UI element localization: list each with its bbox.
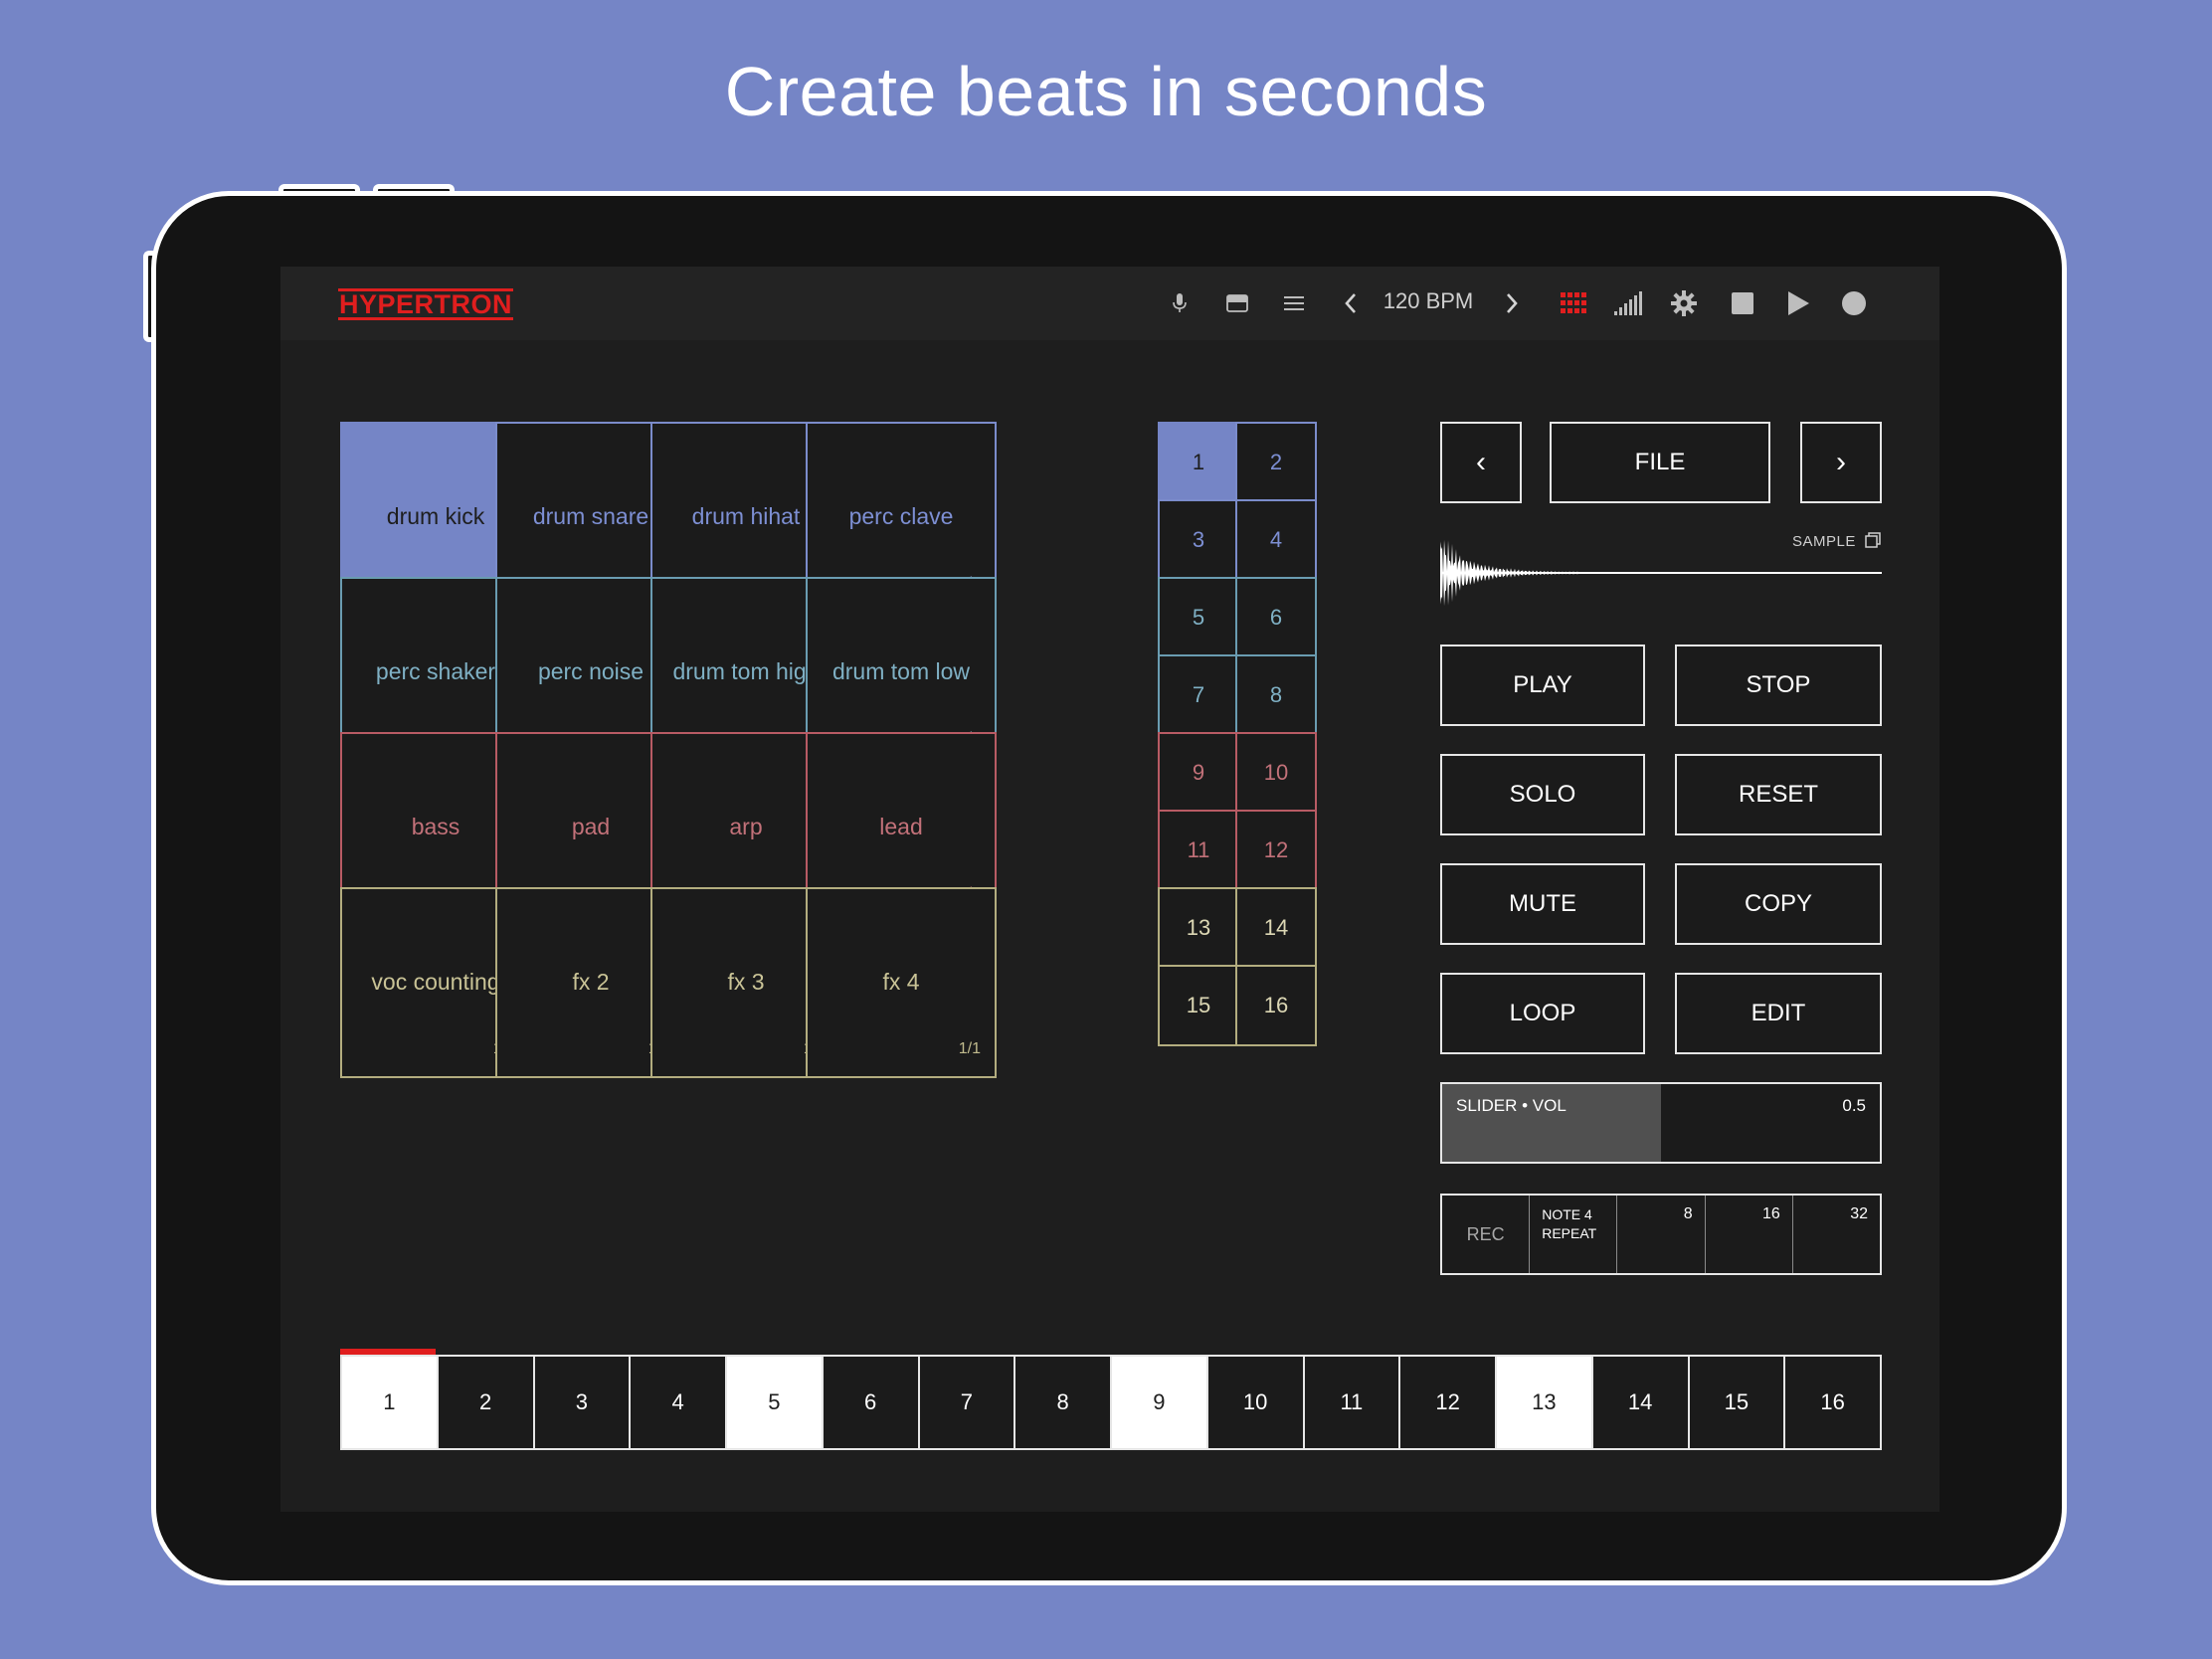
- chevron-right-icon[interactable]: [1494, 285, 1530, 321]
- pattern-button-8[interactable]: 8: [1235, 654, 1317, 736]
- pattern-button-6[interactable]: 6: [1235, 577, 1317, 658]
- rec-label: REC: [1466, 1223, 1505, 1244]
- repeat-option-32[interactable]: 32: [1793, 1196, 1880, 1273]
- solo-button[interactable]: SOLO: [1440, 754, 1645, 835]
- loop-button[interactable]: LOOP: [1440, 973, 1645, 1054]
- sample-waveform[interactable]: [1440, 533, 1882, 613]
- pad-label: drum tom low: [831, 658, 971, 684]
- repeat-option-16[interactable]: 16: [1706, 1196, 1793, 1273]
- play-button[interactable]: PLAY: [1440, 645, 1645, 726]
- step-7[interactable]: 7: [919, 1357, 1016, 1448]
- step-16[interactable]: 16: [1785, 1357, 1880, 1448]
- pattern-button-2[interactable]: 2: [1235, 422, 1317, 503]
- stop-icon[interactable]: [1725, 285, 1760, 321]
- pattern-button-1[interactable]: 1: [1158, 422, 1239, 503]
- repeat-option-8[interactable]: 8: [1617, 1196, 1706, 1273]
- pad-label: perc clave: [848, 503, 954, 529]
- step-12[interactable]: 12: [1400, 1357, 1497, 1448]
- pattern-button-16[interactable]: 16: [1235, 965, 1317, 1046]
- note-label: NOTE 4: [1542, 1206, 1592, 1222]
- pattern-button-9[interactable]: 9: [1158, 732, 1239, 814]
- step-1[interactable]: 1: [342, 1357, 439, 1448]
- pattern-button-13[interactable]: 13: [1158, 887, 1239, 969]
- step-5[interactable]: 5: [727, 1357, 824, 1448]
- next-sample-button[interactable]: ›: [1800, 422, 1882, 503]
- pad-fraction: 1/1: [958, 1040, 981, 1057]
- slider-value: 0.5: [1842, 1096, 1866, 1115]
- chevron-left-icon[interactable]: [1333, 285, 1369, 321]
- mute-button[interactable]: MUTE: [1440, 863, 1645, 945]
- pattern-button-14[interactable]: 14: [1235, 887, 1317, 969]
- step-13[interactable]: 13: [1497, 1357, 1593, 1448]
- step-11[interactable]: 11: [1304, 1357, 1401, 1448]
- step-10[interactable]: 10: [1207, 1357, 1305, 1448]
- step-6[interactable]: 6: [823, 1357, 920, 1448]
- slider-label: SLIDER • VOL: [1456, 1096, 1567, 1115]
- pattern-button-7[interactable]: 7: [1158, 654, 1239, 736]
- pad-label: lead: [879, 814, 923, 839]
- repeat-option-label: 32: [1850, 1205, 1869, 1222]
- pattern-button-10[interactable]: 10: [1235, 732, 1317, 814]
- bpm-display[interactable]: 120 BPM: [1379, 288, 1478, 314]
- headline: Create beats in seconds: [724, 53, 1488, 130]
- pattern-button-3[interactable]: 3: [1158, 499, 1239, 581]
- app-screen: HYPERTRON 120 BPM drum kick drum snare d…: [280, 267, 1939, 1512]
- menu-icon[interactable]: [1276, 285, 1312, 321]
- prev-sample-button[interactable]: ‹: [1440, 422, 1522, 503]
- stop-button[interactable]: STOP: [1675, 645, 1882, 726]
- step-4[interactable]: 4: [631, 1357, 727, 1448]
- gear-icon[interactable]: [1666, 285, 1702, 321]
- pad-label: fx 4: [882, 969, 920, 995]
- step-3[interactable]: 3: [534, 1357, 632, 1448]
- grid-icon[interactable]: [1556, 285, 1591, 321]
- pattern-button-4[interactable]: 4: [1235, 499, 1317, 581]
- pattern-button-11[interactable]: 11: [1158, 810, 1239, 891]
- step-sequencer: 1 2 3 4 5 6 7 8 9 10 11 12 13 14 15 16: [340, 1355, 1882, 1450]
- reset-button[interactable]: RESET: [1675, 754, 1882, 835]
- note-repeat-button[interactable]: NOTE 4 REPEAT: [1530, 1196, 1618, 1273]
- note-repeat-bar: REC NOTE 4 REPEAT 8 16 32: [1440, 1194, 1882, 1275]
- step-2[interactable]: 2: [438, 1357, 535, 1448]
- note-repeat-label: NOTE 4 REPEAT: [1542, 1205, 1596, 1243]
- record-icon[interactable]: [1836, 285, 1872, 321]
- step-14[interactable]: 14: [1592, 1357, 1690, 1448]
- pattern-button-12[interactable]: 12: [1235, 810, 1317, 891]
- step-9[interactable]: 9: [1112, 1357, 1208, 1448]
- app-logo: HYPERTRON: [338, 288, 514, 320]
- copy-button[interactable]: COPY: [1675, 863, 1882, 945]
- pattern-button-15[interactable]: 15: [1158, 965, 1239, 1046]
- repeat-option-label: 8: [1683, 1205, 1693, 1222]
- rec-button[interactable]: REC: [1442, 1196, 1531, 1273]
- microphone-icon[interactable]: [1162, 285, 1198, 321]
- file-button[interactable]: FILE: [1550, 422, 1770, 503]
- step-8[interactable]: 8: [1015, 1357, 1112, 1448]
- pad-fx-4[interactable]: fx 4 1/1: [806, 887, 997, 1078]
- top-toolbar: HYPERTRON 120 BPM: [280, 267, 1939, 340]
- levels-icon[interactable]: [1611, 285, 1647, 321]
- play-icon[interactable]: [1780, 285, 1816, 321]
- repeat-option-label: 16: [1762, 1205, 1780, 1222]
- pattern-button-5[interactable]: 5: [1158, 577, 1239, 658]
- repeat-label: REPEAT: [1542, 1225, 1597, 1241]
- volume-slider[interactable]: SLIDER • VOL 0.5: [1440, 1082, 1882, 1164]
- step-15[interactable]: 15: [1689, 1357, 1786, 1448]
- edit-button[interactable]: EDIT: [1675, 973, 1882, 1054]
- keyboard-icon[interactable]: [1219, 285, 1255, 321]
